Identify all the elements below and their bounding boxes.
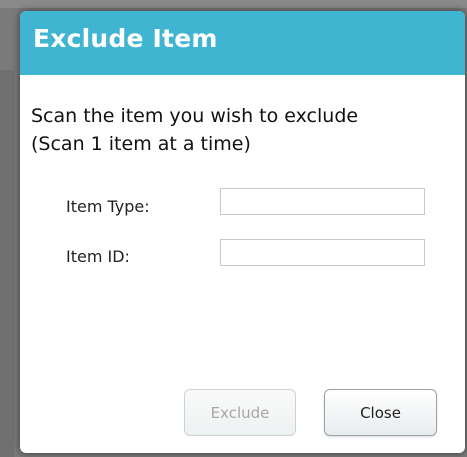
- instruction-line-2: (Scan 1 item at a time): [31, 133, 251, 155]
- instruction-line-1: Scan the item you wish to exclude: [31, 105, 359, 127]
- background-row: [0, 288, 14, 349]
- close-button[interactable]: Close: [324, 389, 437, 436]
- exclude-item-dialog: Exclude Item Scan the item you wish to e…: [20, 11, 465, 453]
- item-id-label: Item ID:: [66, 247, 130, 266]
- item-type-input[interactable]: [220, 188, 425, 215]
- dialog-title: Exclude Item: [33, 24, 218, 53]
- background-row: [0, 70, 14, 117]
- background-row: [0, 176, 14, 231]
- background-row: [0, 348, 14, 457]
- background-row: [0, 116, 14, 177]
- item-type-label: Item Type:: [66, 197, 150, 216]
- background-row: [0, 230, 14, 289]
- item-id-input[interactable]: [220, 239, 425, 266]
- background-header-strip: [0, 0, 467, 8]
- exclude-button[interactable]: Exclude: [184, 389, 296, 436]
- dialog-header: Exclude Item: [20, 11, 465, 75]
- instruction-text: Scan the item you wish to exclude (Scan …: [31, 102, 358, 158]
